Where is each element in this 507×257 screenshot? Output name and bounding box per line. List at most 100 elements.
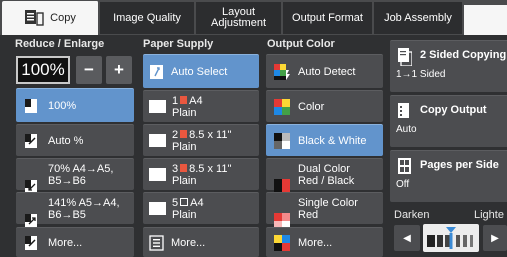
darkness-step xyxy=(470,235,473,247)
tray-3-number: 3 xyxy=(172,162,179,175)
tab-bar-filler xyxy=(464,5,507,35)
tray-5-type: Plain xyxy=(172,208,197,221)
paper-supply-heading: Paper Supply xyxy=(143,38,214,50)
color-auto-detect-label: Auto Detect xyxy=(298,65,356,78)
pages-per-side-title: Pages per Side xyxy=(420,159,499,171)
reduce-icon xyxy=(24,167,40,194)
lighten-label: Lighte xyxy=(474,209,504,221)
tab-bar: Copy Image Quality Layout Adjustment Out… xyxy=(0,0,507,35)
paper-auto-select-label: Auto Select xyxy=(171,65,228,78)
tab-layout-adjustment[interactable]: Layout Adjustment xyxy=(196,2,282,34)
copy-output-icon xyxy=(398,103,412,121)
zoom-70-button[interactable]: 70% A4→A5, B5→B6 xyxy=(16,158,134,194)
tray-3-size: 8.5 x 11" xyxy=(189,162,232,175)
paper-icon xyxy=(149,134,166,147)
tab-output-format-label: Output Format xyxy=(292,11,363,24)
paper-icon xyxy=(149,202,166,215)
tab-image-quality-label: Image Quality xyxy=(113,11,181,24)
two-sided-icon xyxy=(398,48,413,67)
paper-size-icon xyxy=(180,129,188,138)
darkness-scale xyxy=(427,227,473,249)
black-white-icon xyxy=(274,132,290,149)
tab-image-quality[interactable]: Image Quality xyxy=(100,2,195,34)
darkness-step xyxy=(445,235,450,247)
tab-copy-label: Copy xyxy=(50,11,76,24)
darker-button[interactable]: ◀ xyxy=(394,225,420,251)
darkness-step xyxy=(456,235,460,247)
paper-auto-select-button[interactable]: Auto Select xyxy=(143,54,259,88)
copy-output-value: Auto xyxy=(396,124,417,135)
paper-tray-5-info: 5 A4 Plain xyxy=(172,197,204,221)
darken-label: Darken xyxy=(394,209,430,221)
two-sided-title: 2 Sided Copying xyxy=(420,49,507,61)
tray-5-number: 5 xyxy=(172,196,179,209)
tray-3-type: Plain xyxy=(172,174,197,187)
zoom-auto-button[interactable]: Auto % xyxy=(16,124,134,156)
color-black-white-label: Black & White xyxy=(298,134,367,147)
zoom-decrease-button[interactable]: − xyxy=(76,56,102,84)
color-more-button[interactable]: More... xyxy=(266,227,383,257)
tab-output-format[interactable]: Output Format xyxy=(283,2,373,34)
darkness-step xyxy=(437,235,443,247)
dual-color-icon xyxy=(274,167,290,195)
darkness-step xyxy=(427,235,435,247)
pages-per-side-icon xyxy=(398,158,412,176)
color-single-button[interactable]: Single Color Red xyxy=(266,192,383,229)
paper-size-icon xyxy=(180,95,188,104)
color-dual-label: Dual Color Red / Black xyxy=(298,162,355,187)
tray-1-number: 1 xyxy=(172,94,179,107)
zoom-more-button[interactable]: More... xyxy=(16,227,134,257)
zoom-100-label: 100% xyxy=(48,99,77,112)
color-single-label: Single Color Red xyxy=(298,196,358,221)
paper-tray-2-info: 2 8.5 x 11" Plain xyxy=(172,129,231,153)
color-auto-detect-button[interactable]: Auto Detect xyxy=(266,54,383,88)
copy-output-title: Copy Output xyxy=(420,104,487,116)
pages-per-side-button[interactable]: Pages per Side Off xyxy=(390,150,507,202)
tab-copy[interactable]: Copy xyxy=(2,1,99,35)
color-more-label: More... xyxy=(298,236,333,249)
more-colors-icon xyxy=(274,234,290,251)
paper-tray-2-button[interactable]: 2 8.5 x 11" Plain xyxy=(143,124,259,156)
pages-per-side-value: Off xyxy=(396,179,410,190)
tab-layout-adjustment-label: Layout Adjustment xyxy=(210,6,267,29)
paper-tray-5-button[interactable]: 5 A4 Plain xyxy=(143,192,259,224)
list-icon xyxy=(149,234,165,251)
tab-job-assembly[interactable]: Job Assembly xyxy=(374,2,463,34)
copy-output-button[interactable]: Copy Output Auto xyxy=(390,95,507,147)
bypass-tray-icon xyxy=(180,197,189,206)
lighter-button[interactable]: ▶ xyxy=(483,225,507,251)
paper-tray-1-button[interactable]: 1 A4 Plain xyxy=(143,90,259,122)
tab-job-assembly-label: Job Assembly xyxy=(384,11,452,24)
zoom-141-label: 141% A5→A4, B6→B5 xyxy=(48,196,120,221)
auto-paper-icon xyxy=(149,64,165,80)
tray-2-size: 8.5 x 11" xyxy=(189,128,232,141)
paper-tray-1-info: 1 A4 Plain xyxy=(172,95,203,119)
two-sided-copying-button[interactable]: 2 Sided Copying 1→1 Sided xyxy=(390,40,507,92)
color-black-white-button[interactable]: Black & White xyxy=(266,124,383,156)
page-icon xyxy=(24,98,40,114)
more-zoom-icon xyxy=(24,235,40,251)
paper-size-icon xyxy=(180,163,188,172)
paper-more-button[interactable]: More... xyxy=(143,227,259,257)
color-dual-button[interactable]: Dual Color Red / Black xyxy=(266,158,383,195)
zoom-141-button[interactable]: 141% A5→A4, B6→B5 xyxy=(16,192,134,228)
zoom-more-label: More... xyxy=(48,236,83,249)
two-sided-value: 1→1 Sided xyxy=(396,69,446,80)
darkness-step xyxy=(463,235,467,247)
tray-1-type: Plain xyxy=(172,106,197,119)
darkness-slider[interactable] xyxy=(423,224,479,252)
zoom-auto-label: Auto % xyxy=(48,134,84,147)
paper-more-label: More... xyxy=(171,236,206,249)
enlarge-icon xyxy=(24,201,40,228)
tray-1-size: A4 xyxy=(189,94,203,107)
zoom-increase-button[interactable]: + xyxy=(106,56,132,84)
tray-2-number: 2 xyxy=(172,128,179,141)
left-arrow-icon: ◀ xyxy=(403,232,411,244)
reduce-enlarge-heading: Reduce / Enlarge xyxy=(15,38,105,50)
zoom-value-display: 100% xyxy=(16,56,70,84)
color-full-button[interactable]: Color xyxy=(266,90,383,122)
zoom-100-button[interactable]: 100% xyxy=(16,88,134,122)
auto-detect-icon xyxy=(274,63,290,80)
paper-tray-3-button[interactable]: 3 8.5 x 11" Plain xyxy=(143,158,259,190)
tray-2-type: Plain xyxy=(172,140,197,153)
